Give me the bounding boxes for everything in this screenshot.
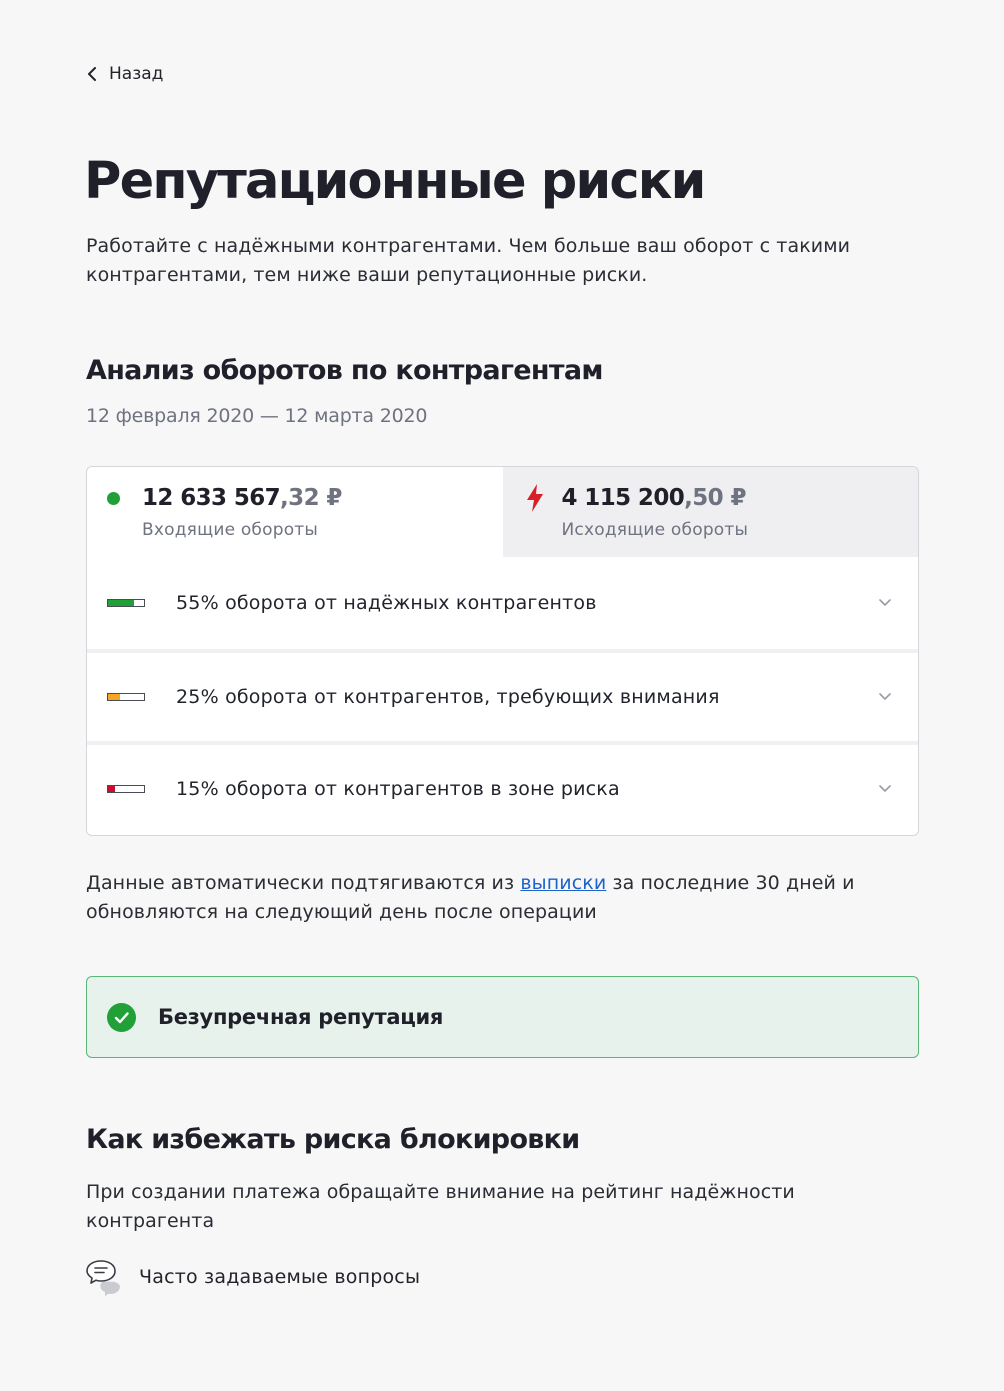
lightning-icon xyxy=(526,484,543,512)
chevron-left-icon xyxy=(88,67,96,81)
outgoing-amount-currency: ₽ xyxy=(723,485,747,511)
risk-meter-icon xyxy=(107,785,145,793)
back-link[interactable]: Назад xyxy=(86,64,163,84)
data-source-note: Данные автоматически подтягиваются из вы… xyxy=(86,869,906,927)
tab-outgoing[interactable]: 4 115 200,50 ₽ Исходящие обороты xyxy=(502,467,918,557)
faq-link[interactable]: Часто задаваемые вопросы xyxy=(86,1258,420,1296)
period-label: 12 февраля 2020 — 12 марта 2020 xyxy=(86,405,428,427)
chat-bubbles-icon xyxy=(86,1260,120,1296)
incoming-label: Входящие обороты xyxy=(142,520,319,540)
statement-link[interactable]: выписки xyxy=(520,872,606,894)
incoming-amount-whole: 12 633 567 xyxy=(142,485,281,511)
analysis-heading: Анализ оборотов по контрагентам xyxy=(86,355,603,386)
page-title: Репутационные риски xyxy=(84,152,706,211)
howto-text: При создании платежа обращайте внимание … xyxy=(86,1181,795,1232)
outgoing-amount-whole: 4 115 200 xyxy=(561,485,685,511)
row-label: 55% оборота от надёжных контрагентов xyxy=(176,592,597,614)
reputation-status-banner: Безупречная репутация xyxy=(86,976,919,1058)
incoming-amount: 12 633 567,32 ₽ xyxy=(142,485,342,511)
incoming-amount-cents: ,32 xyxy=(280,485,320,511)
reputation-status-label: Безупречная репутация xyxy=(158,1005,444,1029)
turnover-row-risk[interactable]: 15% оборота от контрагентов в зоне риска xyxy=(87,741,918,833)
outgoing-amount-cents: ,50 xyxy=(684,485,724,511)
green-dot-icon xyxy=(107,492,120,505)
outgoing-amount: 4 115 200,50 ₽ xyxy=(561,485,747,511)
tab-incoming[interactable]: 12 633 567,32 ₽ Входящие обороты xyxy=(87,467,503,557)
faq-label: Часто задаваемые вопросы xyxy=(139,1266,421,1288)
chevron-down-icon xyxy=(879,599,891,606)
chevron-down-icon xyxy=(879,785,891,792)
row-label: 25% оборота от контрагентов, требующих в… xyxy=(176,686,720,708)
turnover-row-attention[interactable]: 25% оборота от контрагентов, требующих в… xyxy=(87,649,918,741)
turnover-tabs: 12 633 567,32 ₽ Входящие обороты 4 115 2… xyxy=(87,467,918,557)
outgoing-label: Исходящие обороты xyxy=(561,520,749,540)
meter-fill xyxy=(108,600,134,606)
meter-fill xyxy=(108,694,120,700)
meter-fill xyxy=(108,786,116,792)
note-text-before: Данные автоматически подтягиваются из xyxy=(86,872,521,894)
page-description: Работайте с надёжными контрагентами. Чем… xyxy=(86,235,851,286)
back-label: Назад xyxy=(109,64,164,84)
turnover-card: 12 633 567,32 ₽ Входящие обороты 4 115 2… xyxy=(86,466,919,836)
howto-heading: Как избежать риска блокировки xyxy=(86,1124,580,1155)
chevron-down-icon xyxy=(879,693,891,700)
turnover-row-reliable[interactable]: 55% оборота от надёжных контрагентов xyxy=(87,557,918,649)
attention-meter-icon xyxy=(107,693,145,701)
check-circle-icon xyxy=(107,1003,136,1032)
reliability-meter-icon xyxy=(107,599,145,607)
row-label: 15% оборота от контрагентов в зоне риска xyxy=(176,778,620,800)
incoming-amount-currency: ₽ xyxy=(319,485,342,511)
